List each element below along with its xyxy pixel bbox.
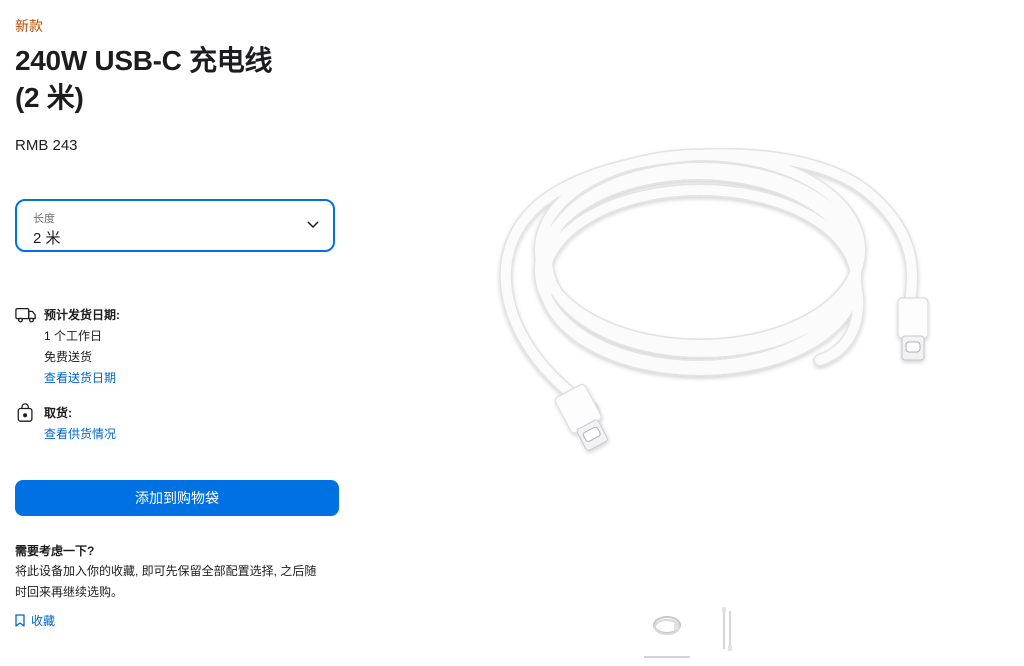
coiled-cable-thumbnail[interactable] (644, 605, 690, 655)
delivery-line2: 免费送货 (44, 350, 93, 364)
thumbnail-selected-indicator (644, 656, 690, 658)
chevron-down-icon (307, 221, 319, 229)
apple-bag-icon (17, 403, 33, 422)
product-price: RMB 243 (15, 137, 78, 154)
product-title-line2: (2 米) (15, 82, 84, 113)
add-to-bag-button[interactable]: 添加到购物袋 (15, 480, 339, 516)
straight-cable-thumbnail[interactable] (704, 605, 750, 655)
product-image (499, 147, 929, 451)
delivery-line1: 1 个工作日 (44, 329, 103, 343)
consider-text: 将此设备加入你的收藏, 即可先保留全部配置选择, 之后随时回来再继续选购。 (15, 564, 317, 599)
save-label: 收藏 (31, 614, 56, 628)
bookmark-icon (15, 614, 25, 627)
product-title-line1: 240W USB-C 充电线 (15, 45, 273, 76)
new-badge: 新款 (15, 18, 43, 34)
pickup-heading: 取货: (44, 406, 72, 420)
length-select-label: 长度 (33, 213, 55, 225)
view-availability-link[interactable]: 查看供货情况 (44, 424, 324, 445)
consider-heading: 需要考虑一下? (15, 544, 95, 558)
length-select-value: 2 米 (33, 230, 61, 247)
view-delivery-dates-link[interactable]: 查看送货日期 (44, 368, 324, 389)
save-to-favorites-link[interactable]: 收藏 (15, 612, 55, 629)
gallery-thumbnails (640, 605, 750, 661)
truck-icon (15, 307, 36, 323)
product-title: 240W USB-C 充电线 (2 米) (15, 42, 335, 116)
delivery-heading: 预计发货日期: (44, 308, 120, 322)
length-select[interactable]: 长度 2 米 (15, 199, 335, 252)
